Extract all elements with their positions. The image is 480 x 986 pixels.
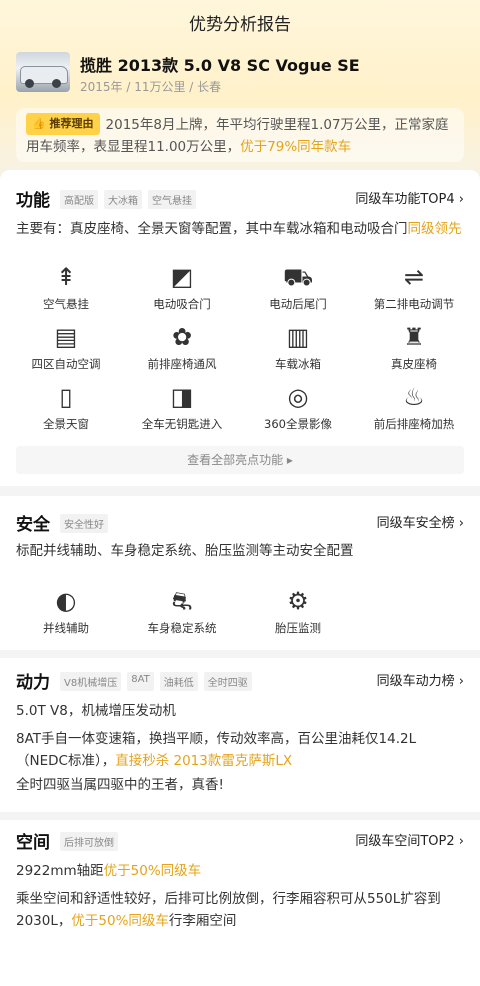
recommend-highlight: 优于79%同年款车 xyxy=(240,139,352,155)
feature-item[interactable]: ▯ 全景天窗 xyxy=(8,382,124,442)
feature-item[interactable]: ◎ 360全景影像 xyxy=(240,382,356,442)
feature-item[interactable]: ♨ 前后排座椅加热 xyxy=(356,382,472,442)
power-tailgate-icon: ⛟ xyxy=(283,263,314,291)
stability-icon: ⛐ xyxy=(171,587,193,615)
climate-icon: ▤ xyxy=(54,323,78,351)
feature-item[interactable]: ⇌ 第二排电动调节 xyxy=(356,262,472,322)
camera-360-icon: ◎ xyxy=(287,383,309,411)
function-summary: 主要有：真皮座椅、全景天窗等配置，其中车载冰箱和电动吸合门同级领先 xyxy=(16,221,462,237)
power-tags: V8机械增压 8AT 油耗低 全时四驱 xyxy=(60,672,252,691)
tag: 后排可放倒 xyxy=(60,832,118,851)
sunroof-icon: ▯ xyxy=(59,383,73,411)
safety-grid: ◐ 并线辅助 ⛐ 车身稳定系统 ⚙ 胎压监测 xyxy=(8,586,472,646)
leather-seat-icon: ♜ xyxy=(403,323,425,351)
recommend-text: 👍 推荐理由 2015年8月上牌，年平均行驶里程1.07万公里，正常家庭用车频率，… xyxy=(26,113,458,157)
tag: 大冰箱 xyxy=(104,190,142,209)
safety-summary: 标配并线辅助、车身稳定系统、胎压监测等主动安全配置 xyxy=(16,543,354,559)
power-engine: 5.0T V8，机械增压发动机 xyxy=(16,703,176,719)
feature-item[interactable]: ⇞ 空气悬挂 xyxy=(8,262,124,322)
feature-item[interactable]: ♜ 真皮座椅 xyxy=(356,322,472,382)
car-meta: 2015年 / 11万公里 / 长春 xyxy=(80,80,222,94)
function-rank-link[interactable]: 同级车功能TOP4 › xyxy=(355,188,464,207)
function-grid: ⇞ 空气悬挂 ◩ 电动吸合门 ⛟ 电动后尾门 ⇌ 第二排电动调节 ▤ 四区自动空调 ✿ 前排… xyxy=(8,262,472,442)
seat-heating-icon: ♨ xyxy=(403,383,425,411)
page-title: 优势分析报告 xyxy=(189,15,291,35)
space-title: 空间 xyxy=(16,833,50,853)
car-thumbnail[interactable] xyxy=(16,52,70,92)
power-drivetrain: 全时四驱当属四驱中的王者，真香! xyxy=(16,777,224,793)
safety-rank-link[interactable]: 同级车安全榜 › xyxy=(377,512,464,531)
feature-item[interactable]: ◐ 并线辅助 xyxy=(8,586,124,646)
lane-assist-icon: ◐ xyxy=(55,587,77,615)
car-name: 揽胜 2013款 5.0 V8 SC Vogue SE xyxy=(80,56,360,75)
space-tags: 后排可放倒 xyxy=(60,832,118,851)
power-rank-link[interactable]: 同级车动力榜 › xyxy=(377,670,464,689)
power-title: 动力 xyxy=(16,673,50,693)
soft-close-door-icon: ◩ xyxy=(170,263,194,291)
safety-tags: 安全性好 xyxy=(60,514,108,533)
function-card: 功能 高配版 大冰箱 空气悬挂 同级车功能TOP4 › 主要有：真皮座椅、全景天… xyxy=(0,170,480,486)
compare-link[interactable]: 直接秒杀 2013款雷克萨斯LX xyxy=(115,753,292,769)
feature-item[interactable]: ◨ 全车无钥匙进入 xyxy=(124,382,240,442)
seat-adjust-icon: ⇌ xyxy=(403,263,425,291)
space-rank-link[interactable]: 同级车空间TOP2 › xyxy=(355,830,464,849)
fridge-icon: ▥ xyxy=(286,323,310,351)
tag: 安全性好 xyxy=(60,514,108,533)
tag: 油耗低 xyxy=(159,672,198,691)
tag: 全时四驱 xyxy=(203,672,252,691)
recommend-box: 👍 推荐理由 2015年8月上牌，年平均行驶里程1.07万公里，正常家庭用车频率，… xyxy=(16,108,464,162)
view-all-features-button[interactable]: 查看全部亮点功能 ▸ xyxy=(16,446,464,474)
feature-item[interactable]: ⛐ 车身稳定系统 xyxy=(124,586,240,646)
tag: 空气悬挂 xyxy=(148,190,196,209)
feature-item[interactable]: ◩ 电动吸合门 xyxy=(124,262,240,322)
space-cargo: 乘坐空间和舒适性较好，后排可比例放倒，行李厢容积可从550L扩容到2030L，优… xyxy=(16,891,441,929)
power-transmission: 8AT手自一体变速箱，换挡平顺，传动效率高，百公里油耗仅14.2L（NEDC标准… xyxy=(16,731,417,769)
keyless-entry-icon: ◨ xyxy=(170,383,194,411)
space-card: 空间 后排可放倒 同级车空间TOP2 › 2922mm轴距优于50%同级车 乘坐… xyxy=(0,820,480,986)
air-suspension-icon: ⇞ xyxy=(55,263,77,291)
safety-card: 安全 安全性好 同级车安全榜 › 标配并线辅助、车身稳定系统、胎压监测等主动安全… xyxy=(0,496,480,650)
tag: 8AT xyxy=(127,672,154,691)
power-card: 动力 V8机械增压 8AT 油耗低 全时四驱 同级车动力榜 › 5.0T V8，… xyxy=(0,658,480,812)
feature-item[interactable]: ✿ 前排座椅通风 xyxy=(124,322,240,382)
feature-item[interactable]: ⛟ 电动后尾门 xyxy=(240,262,356,322)
space-wheelbase: 2922mm轴距优于50%同级车 xyxy=(16,863,202,879)
seat-ventilation-icon: ✿ xyxy=(171,323,193,351)
tag: V8机械增压 xyxy=(60,672,122,691)
recommend-tag: 👍 推荐理由 xyxy=(26,113,100,135)
feature-item[interactable]: ▤ 四区自动空调 xyxy=(8,322,124,382)
feature-item[interactable]: ▥ 车载冰箱 xyxy=(240,322,356,382)
tire-pressure-icon: ⚙ xyxy=(287,587,309,615)
function-tags: 高配版 大冰箱 空气悬挂 xyxy=(60,190,196,209)
feature-item[interactable]: ⚙ 胎压监测 xyxy=(240,586,356,646)
tag: 高配版 xyxy=(60,190,98,209)
function-title: 功能 xyxy=(16,191,50,211)
safety-title: 安全 xyxy=(16,515,50,535)
